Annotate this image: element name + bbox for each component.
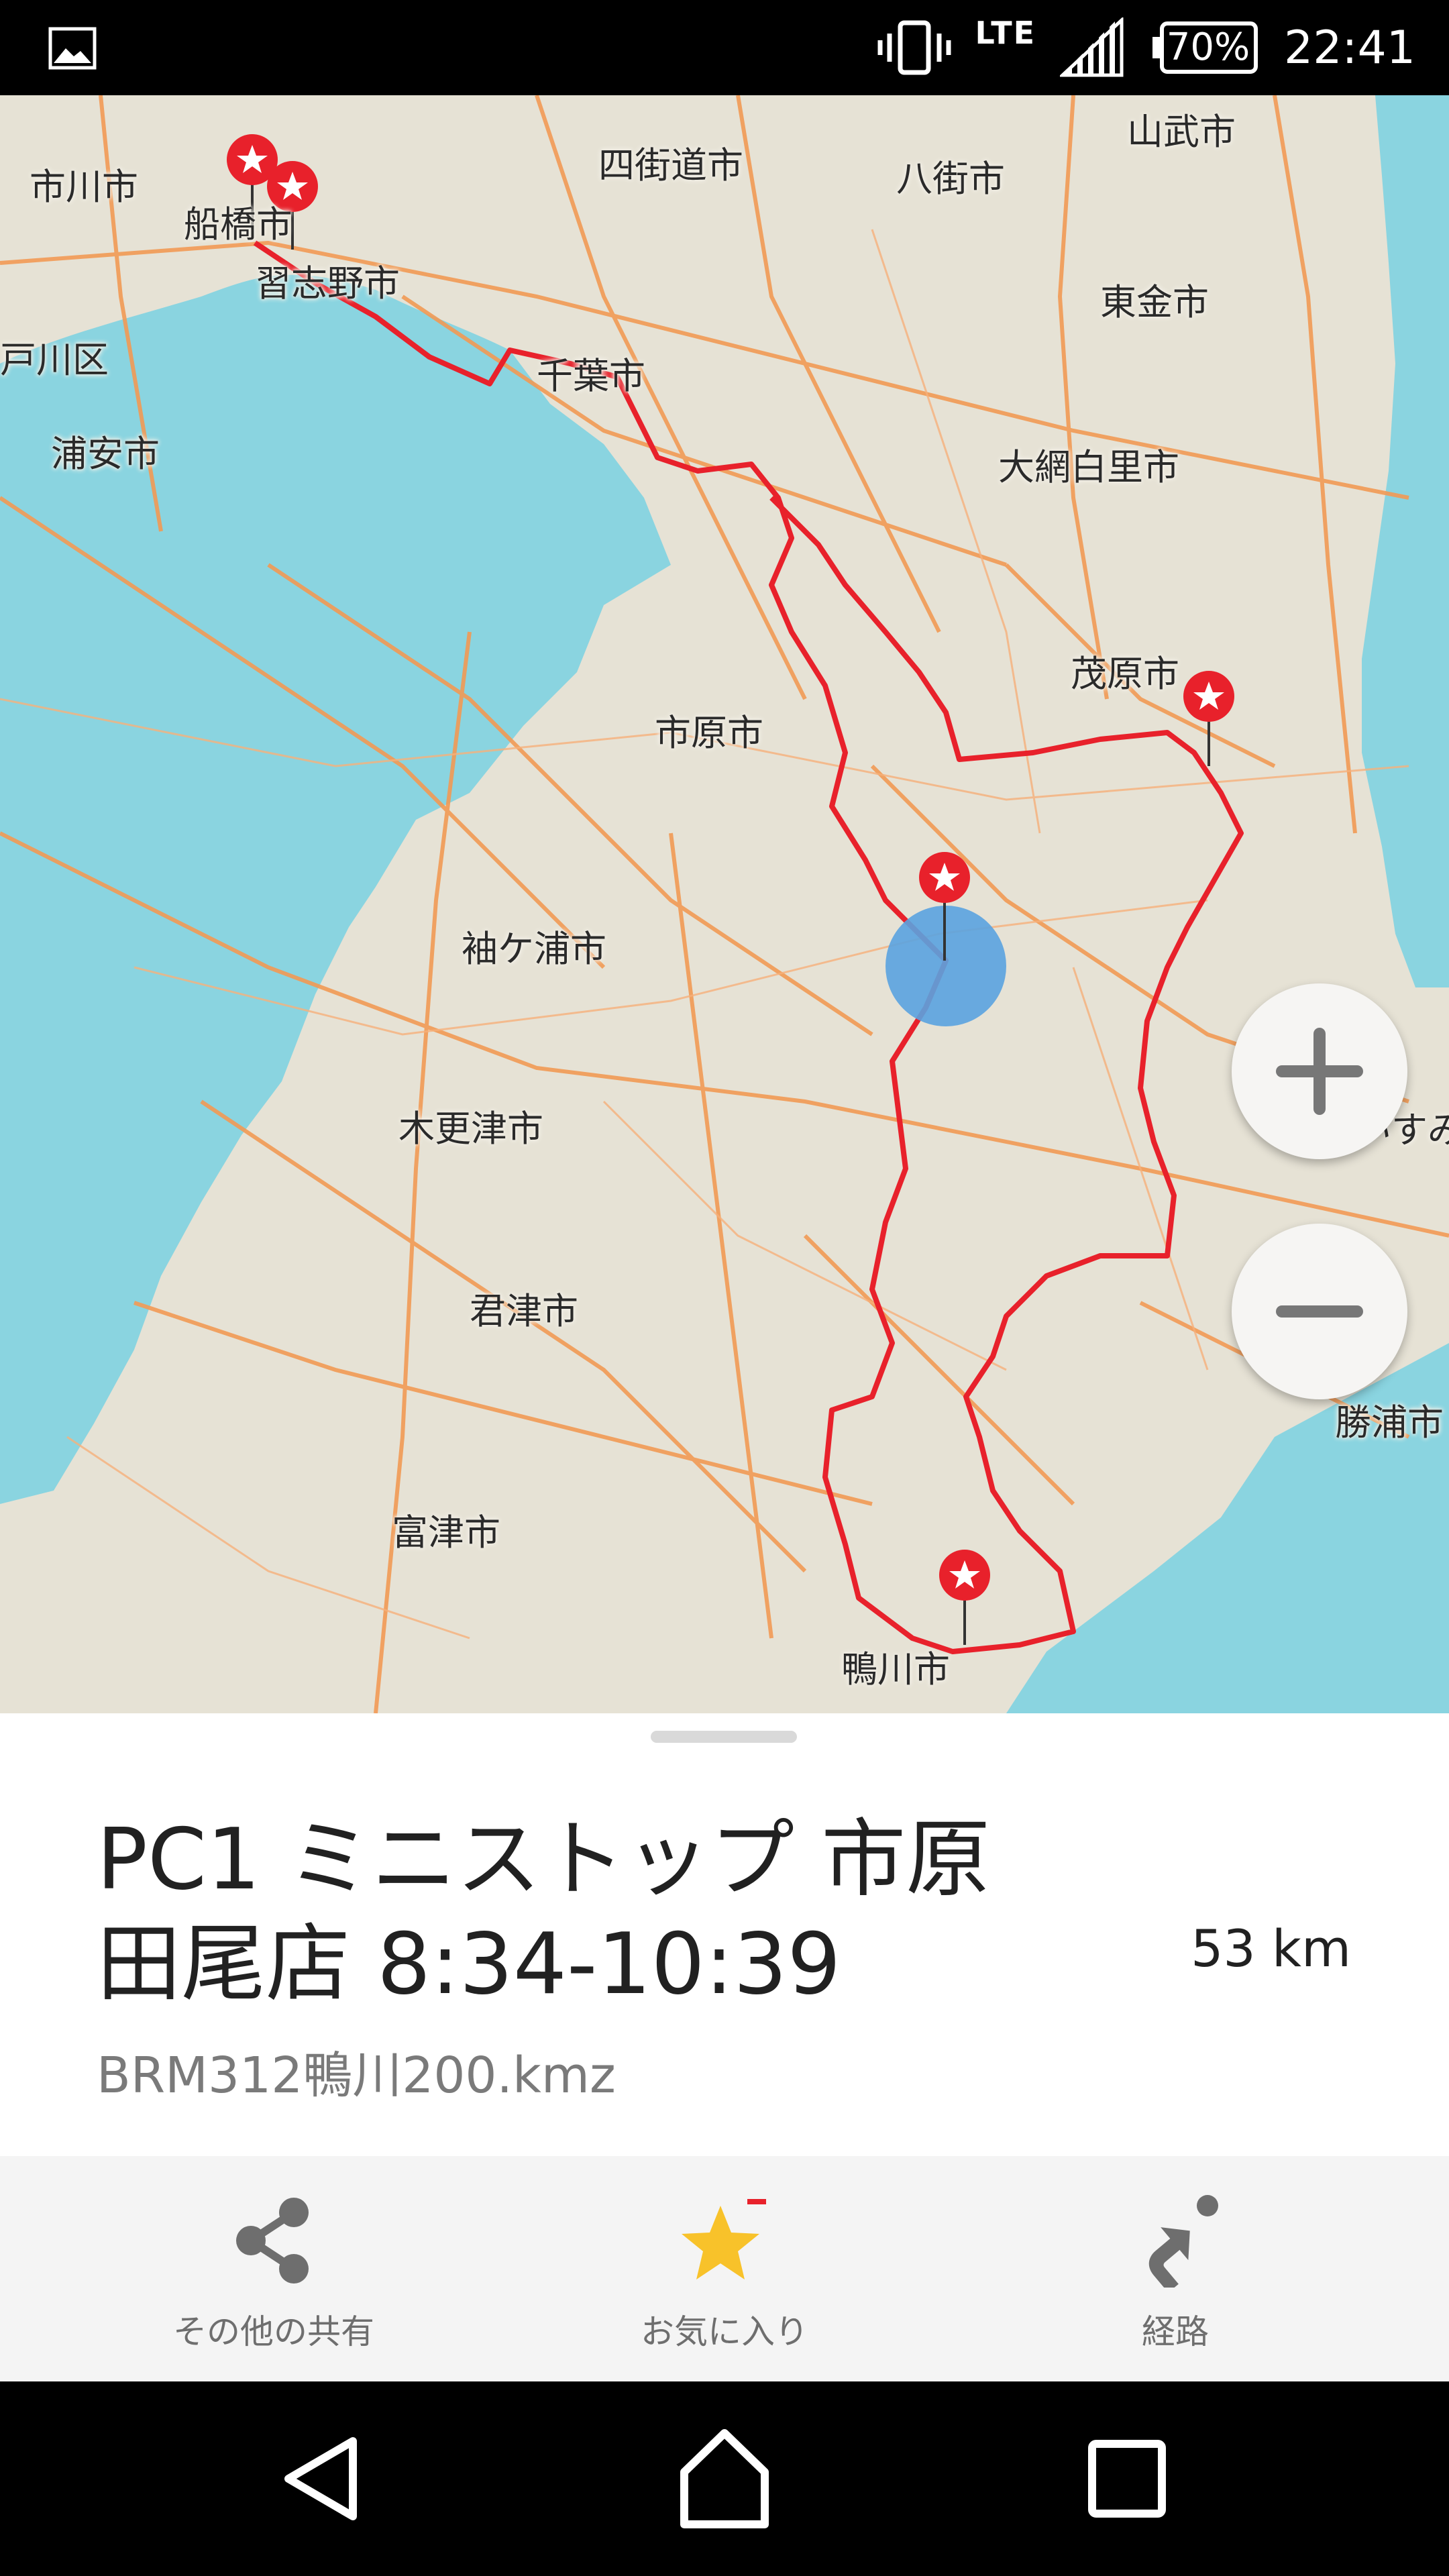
image-notification-icon — [48, 27, 97, 70]
city-label-kamogawa: 鴨川市 — [841, 1648, 950, 1690]
city-label-mobara: 茂原市 — [1071, 653, 1179, 695]
city-label-kimitsu: 君津市 — [470, 1290, 578, 1332]
city-label-edogawa: 戸川区 — [0, 339, 109, 381]
back-button[interactable] — [262, 2418, 382, 2539]
back-icon — [284, 2437, 357, 2520]
share-icon — [236, 2198, 309, 2284]
city-label-yotsukaido: 四街道市 — [598, 144, 743, 186]
place-title: PC1 ミニストップ 市原田尾店 8:34-10:39 — [97, 1810, 991, 2013]
navigation-bar — [0, 2381, 1449, 2576]
zoom-in-button[interactable] — [1232, 983, 1407, 1159]
directions-label: 経路 — [1142, 2312, 1209, 2351]
minus-icon — [1276, 1305, 1363, 1318]
favorite-label: お気に入り — [641, 2312, 808, 2351]
battery-indicator: 70% — [1148, 21, 1260, 74]
city-label-narashino: 習志野市 — [255, 262, 400, 305]
city-label-chiba: 千葉市 — [537, 355, 645, 397]
city-label-kisarazu: 木更津市 — [398, 1108, 543, 1150]
map-canvas[interactable] — [0, 95, 1449, 1713]
water — [0, 95, 1449, 1713]
map-pin[interactable] — [939, 1550, 990, 1645]
screen: LTE 70% 22:41 市川市 船橋市 四街道市 八街市 山武市 習志野市 … — [0, 0, 1449, 2576]
directions-button[interactable]: 経路 — [934, 2156, 1417, 2381]
zoom-out-button[interactable] — [1232, 1224, 1407, 1399]
city-label-ichikawa: 市川市 — [30, 166, 138, 208]
city-label-urayasu: 浦安市 — [51, 433, 160, 475]
city-label-sodegaura: 袖ケ浦市 — [462, 928, 606, 970]
signal-icon — [1060, 17, 1124, 77]
share-label: その他の共有 — [173, 2312, 374, 2351]
place-source-file: BRM312鴨川200.kmz — [97, 2047, 616, 2104]
directions-icon — [1148, 2195, 1218, 2288]
city-label-ichihara: 市原市 — [655, 712, 763, 754]
place-details-sheet[interactable]: PC1 ミニストップ 市原田尾店 8:34-10:39 53 km BRM312… — [0, 1713, 1449, 2156]
city-label-yachimata: 八街市 — [896, 158, 1005, 200]
city-label-katsuura: 勝浦市 — [1335, 1401, 1444, 1444]
map-view[interactable]: 市川市 船橋市 四街道市 八街市 山武市 習志野市 東金市 戸川区 千葉市 浦安… — [0, 95, 1449, 1713]
status-bar: LTE 70% 22:41 — [0, 0, 1449, 95]
city-label-togane: 東金市 — [1100, 281, 1209, 323]
clock: 22:41 — [1284, 21, 1415, 74]
share-button[interactable]: その他の共有 — [32, 2156, 515, 2381]
city-label-sammu: 山武市 — [1127, 111, 1236, 153]
city-label-futtsu: 富津市 — [392, 1511, 500, 1554]
city-label-funabashi: 船橋市 — [184, 203, 292, 246]
recents-button[interactable] — [1067, 2418, 1187, 2539]
star-icon — [682, 2199, 766, 2279]
place-distance: 53 km — [1191, 1919, 1351, 1978]
drag-handle[interactable] — [651, 1731, 797, 1743]
status-indicators: LTE 70% 22:41 — [877, 0, 1415, 95]
recents-icon — [1088, 2440, 1166, 2518]
home-icon — [680, 2429, 769, 2528]
favorite-button[interactable]: お気に入り — [483, 2156, 966, 2381]
plus-icon — [1276, 1028, 1363, 1115]
action-bar: その他の共有 お気に入り 経路 — [0, 2156, 1449, 2381]
city-label-oamishirasato: 大網白里市 — [998, 446, 1179, 488]
vibrate-icon — [877, 20, 951, 75]
home-button[interactable] — [664, 2418, 785, 2539]
network-type-label: LTE — [975, 15, 1036, 51]
battery-percent: 70% — [1166, 25, 1250, 69]
